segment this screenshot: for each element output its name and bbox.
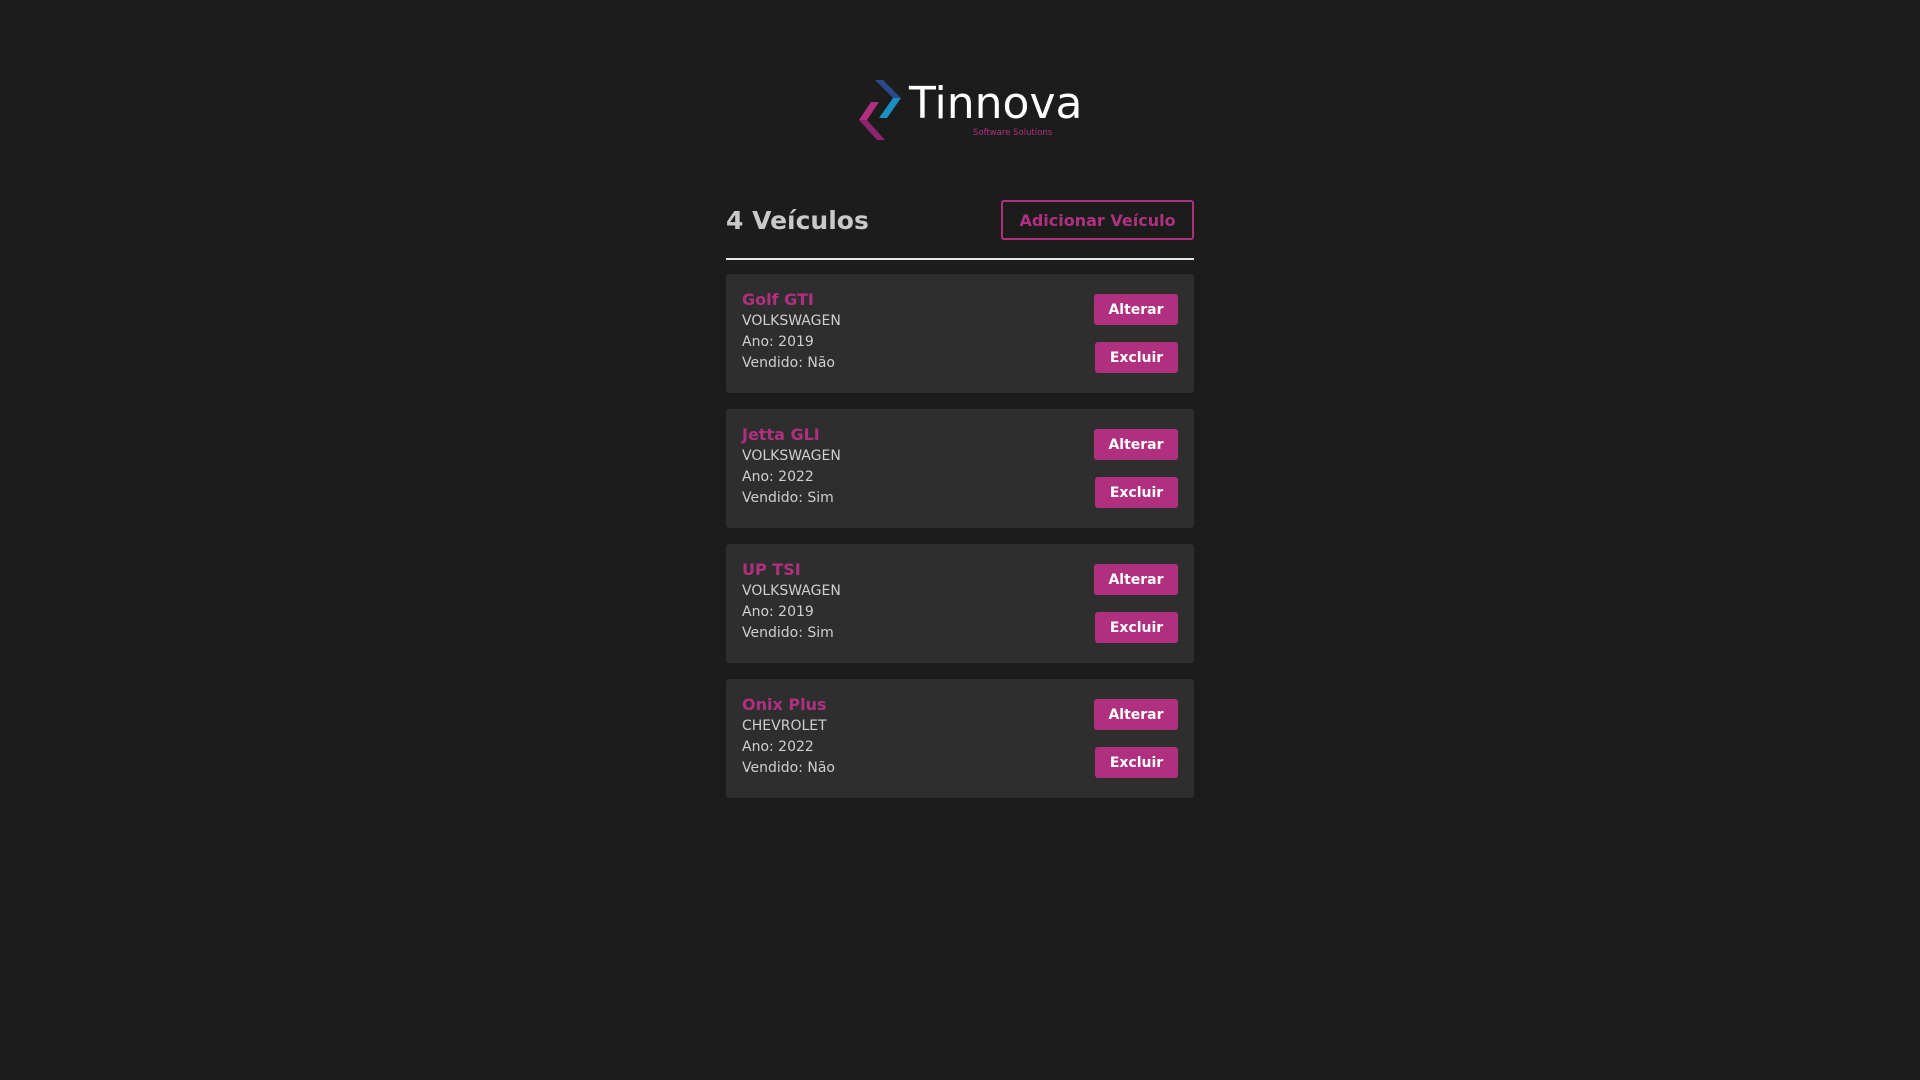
tinnova-mark-icon	[859, 80, 901, 140]
vehicle-brand: VOLKSWAGEN	[742, 583, 841, 599]
vehicle-name: Jetta GLI	[742, 425, 820, 444]
tinnova-logo: Tinnova Software Solutions	[857, 78, 1082, 144]
edit-vehicle-button[interactable]: Alterar	[1094, 294, 1178, 325]
vehicle-sold-status: Vendido: Sim	[742, 625, 834, 641]
vehicle-list-page: Tinnova Software Solutions 4 Veículos Ad…	[0, 0, 1920, 1080]
logo-wordmark: Tinnova	[909, 78, 1083, 129]
vehicle-brand: CHEVROLET	[742, 718, 827, 734]
vehicle-sold-status: Vendido: Não	[742, 760, 835, 776]
vehicle-card: UP TSI VOLKSWAGEN Ano: 2019 Vendido: Sim…	[726, 544, 1194, 663]
vehicle-count-title: 4 Veículos	[726, 206, 869, 235]
edit-vehicle-button[interactable]: Alterar	[1094, 564, 1178, 595]
vehicle-brand: VOLKSWAGEN	[742, 313, 841, 329]
add-vehicle-button[interactable]: Adicionar Veículo	[1001, 200, 1194, 240]
vehicle-list: Golf GTI VOLKSWAGEN Ano: 2019 Vendido: N…	[726, 274, 1194, 814]
vehicle-card: Onix Plus CHEVROLET Ano: 2022 Vendido: N…	[726, 679, 1194, 798]
vehicle-card: Golf GTI VOLKSWAGEN Ano: 2019 Vendido: N…	[726, 274, 1194, 393]
vehicle-sold-status: Vendido: Sim	[742, 490, 834, 506]
vehicle-brand: VOLKSWAGEN	[742, 448, 841, 464]
vehicle-name: Onix Plus	[742, 695, 827, 714]
delete-vehicle-button[interactable]: Excluir	[1095, 477, 1178, 508]
vehicle-card: Jetta GLI VOLKSWAGEN Ano: 2022 Vendido: …	[726, 409, 1194, 528]
edit-vehicle-button[interactable]: Alterar	[1094, 699, 1178, 730]
vehicle-year: Ano: 2022	[742, 739, 814, 755]
vehicle-sold-status: Vendido: Não	[742, 355, 835, 371]
delete-vehicle-button[interactable]: Excluir	[1095, 342, 1178, 373]
delete-vehicle-button[interactable]: Excluir	[1095, 612, 1178, 643]
vehicle-year: Ano: 2022	[742, 469, 814, 485]
list-header: 4 Veículos Adicionar Veículo	[726, 200, 1194, 260]
vehicle-name: Golf GTI	[742, 290, 814, 309]
delete-vehicle-button[interactable]: Excluir	[1095, 747, 1178, 778]
vehicle-name: UP TSI	[742, 560, 801, 579]
vehicle-year: Ano: 2019	[742, 604, 814, 620]
edit-vehicle-button[interactable]: Alterar	[1094, 429, 1178, 460]
logo-tagline: Software Solutions	[973, 128, 1053, 138]
vehicle-year: Ano: 2019	[742, 334, 814, 350]
